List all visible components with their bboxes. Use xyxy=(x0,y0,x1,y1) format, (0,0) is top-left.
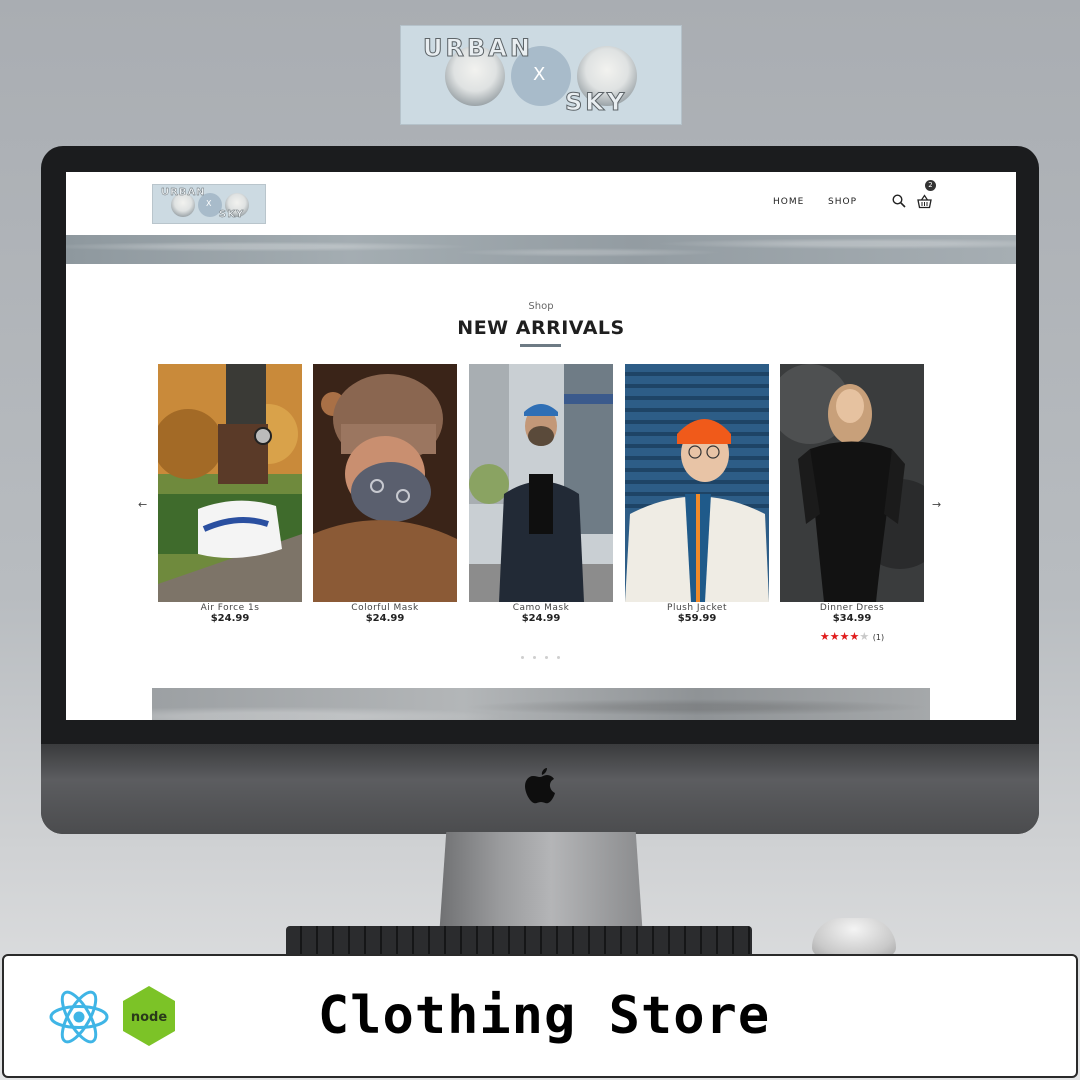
nav-shop-link[interactable]: SHOP xyxy=(828,197,857,207)
carousel-dot[interactable] xyxy=(545,656,548,659)
section-kicker: Shop xyxy=(528,301,554,312)
brand-logo: URBAN X SKY xyxy=(400,25,682,125)
carousel-dot[interactable] xyxy=(557,656,560,659)
section-title: NEW ARRIVALS xyxy=(457,317,625,339)
star-icon: ★ xyxy=(839,630,850,643)
product-price: $24.99 xyxy=(365,613,405,624)
site-logo-text-x: X xyxy=(206,199,212,208)
product-name[interactable]: Colorful Mask xyxy=(313,603,457,613)
product-name[interactable]: Plush Jacket xyxy=(625,603,769,613)
title-underline xyxy=(520,344,561,347)
basket-icon[interactable] xyxy=(917,194,932,209)
product-price: $24.99 xyxy=(521,613,561,624)
product-card[interactable]: Dinner Dress $34.99 ★★★★★ (1) xyxy=(780,364,924,643)
product-image-plush-jacket[interactable] xyxy=(625,364,769,602)
search-icon[interactable] xyxy=(892,194,906,208)
star-icon: ★ xyxy=(829,630,840,643)
cart-count-badge: 2 xyxy=(925,180,936,191)
product-card[interactable]: Air Force 1s $24.99 xyxy=(158,364,302,624)
product-price: $59.99 xyxy=(677,613,717,624)
caption-bar: node Clothing Store xyxy=(2,954,1078,1078)
carousel-dot[interactable] xyxy=(533,656,536,659)
product-card[interactable]: Plush Jacket $59.99 xyxy=(625,364,769,624)
product-card[interactable]: Colorful Mask $24.99 xyxy=(313,364,457,624)
nav-home-link[interactable]: HOME xyxy=(773,197,804,207)
caption-title: Clothing Store xyxy=(317,986,771,1046)
website-screen: URBAN X SKY HOME SHOP 2 Shop NEW ARRIVAL… xyxy=(66,172,1016,720)
apple-icon xyxy=(525,768,555,804)
svg-text:node: node xyxy=(131,1010,167,1025)
star-icon: ★ xyxy=(849,630,860,643)
product-image-dinner-dress[interactable] xyxy=(780,364,924,602)
hero-banner-strip xyxy=(66,235,1016,264)
product-name[interactable]: Air Force 1s xyxy=(158,603,302,613)
product-name[interactable]: Dinner Dress xyxy=(780,603,924,613)
product-card[interactable]: Camo Mask $24.99 xyxy=(469,364,613,624)
node-icon: node xyxy=(123,986,175,1046)
logo-text-x: X xyxy=(533,64,546,85)
react-icon xyxy=(49,990,109,1044)
product-price: $34.99 xyxy=(832,613,872,624)
carousel-dots xyxy=(521,656,561,660)
star-icon: ★ xyxy=(859,630,870,643)
carousel-dot[interactable] xyxy=(521,656,524,659)
site-logo-text-bottom: SKY xyxy=(219,209,245,220)
carousel-prev-arrow[interactable]: ← xyxy=(138,498,147,511)
product-name[interactable]: Camo Mask xyxy=(469,603,613,613)
product-image-camo-mask[interactable] xyxy=(469,364,613,602)
product-rating: ★★★★★ (1) xyxy=(780,630,924,643)
logo-text-top: URBAN xyxy=(423,34,533,63)
site-logo[interactable]: URBAN X SKY xyxy=(152,184,266,224)
site-header: URBAN X SKY HOME SHOP 2 xyxy=(66,172,1016,235)
product-price: $24.99 xyxy=(210,613,250,624)
site-logo-text-top: URBAN xyxy=(161,187,206,198)
mouse xyxy=(812,918,896,956)
carousel-next-arrow[interactable]: → xyxy=(932,498,941,511)
product-image-colorful-mask[interactable] xyxy=(313,364,457,602)
logo-text-bottom: SKY xyxy=(564,88,628,117)
star-icon: ★ xyxy=(819,630,830,643)
product-image-sneakers[interactable] xyxy=(158,364,302,602)
review-count: (1) xyxy=(872,633,885,642)
promo-banner xyxy=(152,688,930,720)
